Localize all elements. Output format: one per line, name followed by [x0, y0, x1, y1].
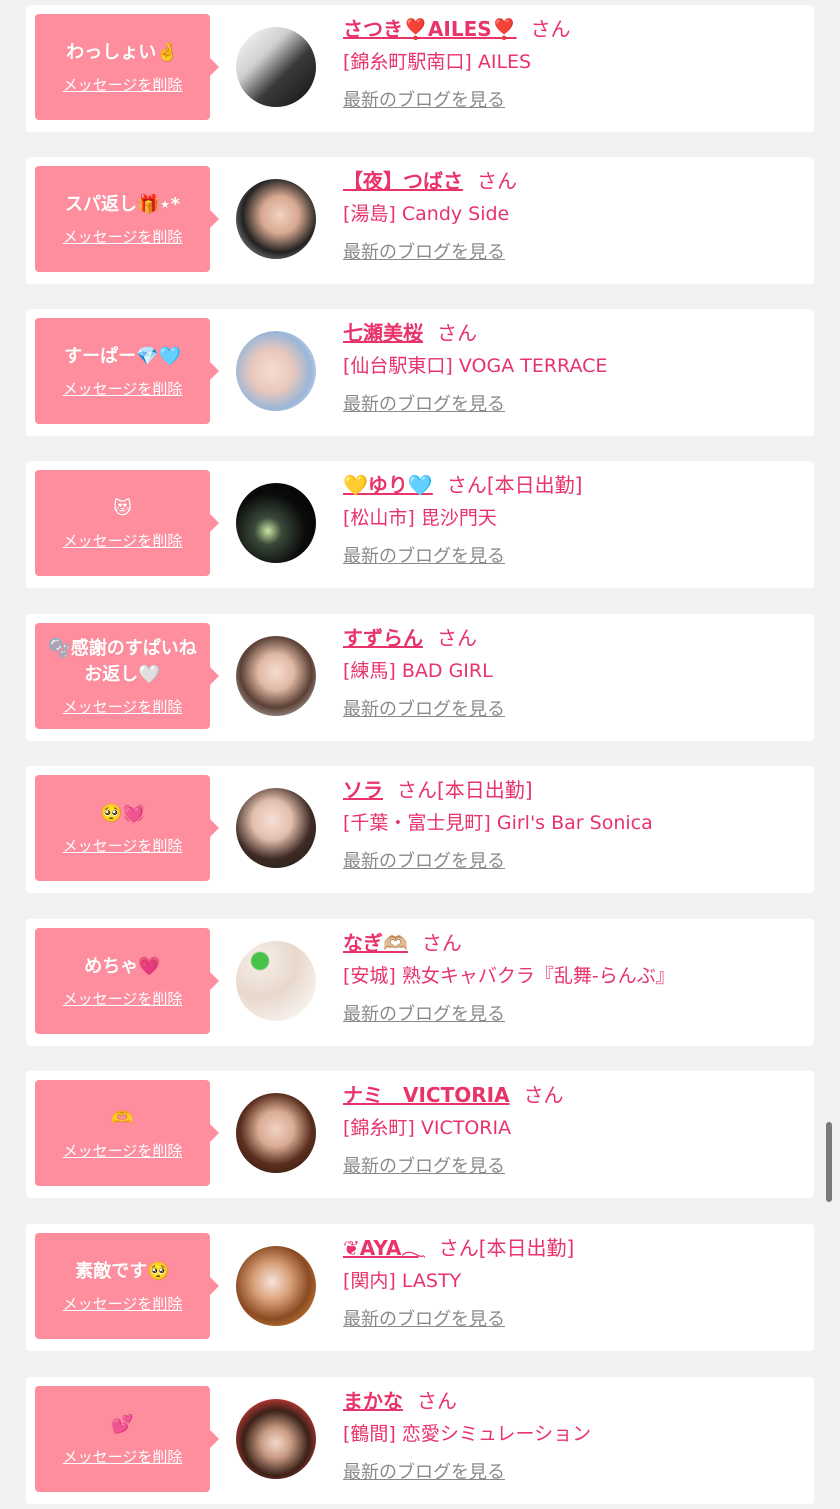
shop-info: [仙台駅東口] VOGA TERRACE: [343, 355, 608, 377]
avatar[interactable]: [236, 331, 316, 411]
message-text: 🫶: [111, 1107, 134, 1129]
message-text: スパ返し🎁⋆*: [64, 193, 181, 215]
honorific: さん: [438, 1236, 479, 1260]
list-item: 💕 メッセージを削除 まかな さん [鶴間] 恋愛シミュレーション 最新のブログを…: [26, 1377, 814, 1504]
delete-message-link[interactable]: メッセージを削除: [63, 1140, 183, 1161]
shop-info: [錦糸町駅南口] AILES: [343, 51, 532, 73]
list-item: めちゃ💗 メッセージを削除 なぎ🫶🏼 さん [安城] 熟女キャバクラ『乱舞-らんぶ…: [26, 919, 814, 1046]
delete-message-link[interactable]: メッセージを削除: [63, 74, 183, 95]
profile-name-link[interactable]: ❦AYA𓂃: [343, 1236, 425, 1260]
status-badge: [本日出勤]: [437, 778, 533, 802]
list-item: 🫶 メッセージを削除 ナミ VICTORIA さん [錦糸町] VICTORIA …: [26, 1071, 814, 1198]
list-item: スパ返し🎁⋆* メッセージを削除 【夜】つばさ さん [湯島] Candy Sid…: [26, 157, 814, 284]
shop-info: [千葉・富士見町] Girl's Bar Sonica: [343, 812, 653, 834]
message-text: 😻: [113, 497, 132, 519]
message-bubble: 🥺💓 メッセージを削除: [35, 775, 219, 881]
message-text: 💕: [111, 1413, 134, 1435]
view-latest-blog-link[interactable]: 最新のブログを見る: [343, 393, 505, 417]
message-bubble: 🫧感謝のすぱいね お返し🤍 メッセージを削除: [35, 623, 219, 729]
message-bubble: 🫶 メッセージを削除: [35, 1080, 219, 1186]
view-latest-blog-link[interactable]: 最新のブログを見る: [343, 1308, 505, 1332]
honorific: さん: [477, 169, 517, 193]
status-badge: [本日出勤]: [478, 1236, 575, 1260]
list-item: すーぱー💎🩵 メッセージを削除 七瀬美桜 さん [仙台駅東口] VOGA TERR…: [26, 309, 814, 436]
delete-message-link[interactable]: メッセージを削除: [63, 378, 183, 399]
avatar[interactable]: [236, 1399, 316, 1479]
list-item: わっしょい🤞 メッセージを削除 さつき❣️AILES❣️ さん [錦糸町駅南口] …: [26, 5, 814, 132]
message-text: 🫧感謝のすぱいね お返し🤍: [48, 637, 197, 685]
message-bubble: 😻 メッセージを削除: [35, 470, 219, 576]
delete-message-link[interactable]: メッセージを削除: [63, 226, 183, 247]
honorific: さん: [523, 1083, 564, 1107]
message-bubble: すーぱー💎🩵 メッセージを削除: [35, 318, 219, 424]
shop-info: [鶴間] 恋愛シミュレーション: [343, 1423, 592, 1445]
profile-name-link[interactable]: まかな: [343, 1389, 403, 1413]
delete-message-link[interactable]: メッセージを削除: [63, 696, 183, 717]
avatar[interactable]: [236, 1093, 316, 1173]
shop-info: [湯島] Candy Side: [343, 203, 510, 225]
message-bubble: めちゃ💗 メッセージを削除: [35, 928, 219, 1034]
profile-name-link[interactable]: ソラ: [343, 778, 383, 802]
avatar[interactable]: [236, 636, 316, 716]
list-item: 🫧感謝のすぱいね お返し🤍 メッセージを削除 すずらん さん [練馬] BAD G…: [26, 614, 814, 741]
avatar[interactable]: [236, 1246, 316, 1326]
status-badge: [本日出勤]: [486, 473, 583, 497]
avatar[interactable]: [236, 788, 316, 868]
profile-name-link[interactable]: 💛ゆり🩵: [343, 473, 433, 497]
message-bubble: 素敵です🥺 メッセージを削除: [35, 1233, 219, 1339]
message-bubble: スパ返し🎁⋆* メッセージを削除: [35, 166, 219, 272]
message-bubble: わっしょい🤞 メッセージを削除: [35, 14, 219, 120]
shop-info: [錦糸町] VICTORIA: [343, 1117, 512, 1139]
shop-info: [安城] 熟女キャバクラ『乱舞-らんぶ』: [343, 965, 675, 987]
profile-name-link[interactable]: 【夜】つばさ: [343, 169, 463, 193]
message-text: わっしょい🤞: [66, 41, 179, 63]
avatar[interactable]: [236, 941, 316, 1021]
view-latest-blog-link[interactable]: 最新のブログを見る: [343, 89, 505, 113]
profile-name-link[interactable]: ナミ VICTORIA: [343, 1083, 510, 1107]
shop-info: [練馬] BAD GIRL: [343, 660, 493, 682]
honorific: さん: [417, 1389, 457, 1413]
avatar[interactable]: [236, 179, 316, 259]
shop-info: [関内] LASTY: [343, 1270, 462, 1292]
view-latest-blog-link[interactable]: 最新のブログを見る: [343, 850, 505, 874]
delete-message-link[interactable]: メッセージを削除: [63, 1446, 183, 1467]
honorific: さん: [530, 17, 571, 41]
message-text: すーぱー💎🩵: [64, 345, 181, 367]
profile-name-link[interactable]: 七瀬美桜: [343, 321, 423, 345]
delete-message-link[interactable]: メッセージを削除: [63, 1293, 183, 1314]
list-item: 😻 メッセージを削除 💛ゆり🩵 さん[本日出勤] [松山市] 毘沙門天 最新のブロ…: [26, 461, 814, 588]
view-latest-blog-link[interactable]: 最新のブログを見る: [343, 545, 505, 569]
avatar[interactable]: [236, 27, 316, 107]
message-text: 素敵です🥺: [75, 1260, 170, 1282]
message-text: 🥺💓: [100, 802, 145, 824]
honorific: さん: [437, 321, 477, 345]
profile-name-link[interactable]: なぎ🫶🏼: [343, 931, 408, 955]
message-text: めちゃ💗: [84, 955, 161, 977]
list-item: 🥺💓 メッセージを削除 ソラ さん[本日出勤] [千葉・富士見町] Girl's …: [26, 766, 814, 893]
view-latest-blog-link[interactable]: 最新のブログを見る: [343, 1003, 505, 1027]
shop-info: [松山市] 毘沙門天: [343, 507, 497, 529]
scrollbar[interactable]: [826, 1122, 832, 1202]
list-item: 素敵です🥺 メッセージを削除 ❦AYA𓂃 さん[本日出勤] [関内] LASTY …: [26, 1224, 814, 1351]
avatar[interactable]: [236, 483, 316, 563]
honorific: さん: [397, 778, 437, 802]
honorific: さん: [437, 626, 477, 650]
profile-name-link[interactable]: さつき❣️AILES❣️: [343, 17, 517, 41]
view-latest-blog-link[interactable]: 最新のブログを見る: [343, 1155, 505, 1179]
view-latest-blog-link[interactable]: 最新のブログを見る: [343, 1461, 505, 1485]
profile-name-link[interactable]: すずらん: [343, 626, 423, 650]
view-latest-blog-link[interactable]: 最新のブログを見る: [343, 241, 505, 265]
delete-message-link[interactable]: メッセージを削除: [63, 988, 183, 1009]
delete-message-link[interactable]: メッセージを削除: [63, 835, 183, 856]
delete-message-link[interactable]: メッセージを削除: [63, 530, 183, 551]
honorific: さん: [421, 931, 462, 955]
honorific: さん: [446, 473, 487, 497]
view-latest-blog-link[interactable]: 最新のブログを見る: [343, 698, 505, 722]
message-bubble: 💕 メッセージを削除: [35, 1386, 219, 1492]
